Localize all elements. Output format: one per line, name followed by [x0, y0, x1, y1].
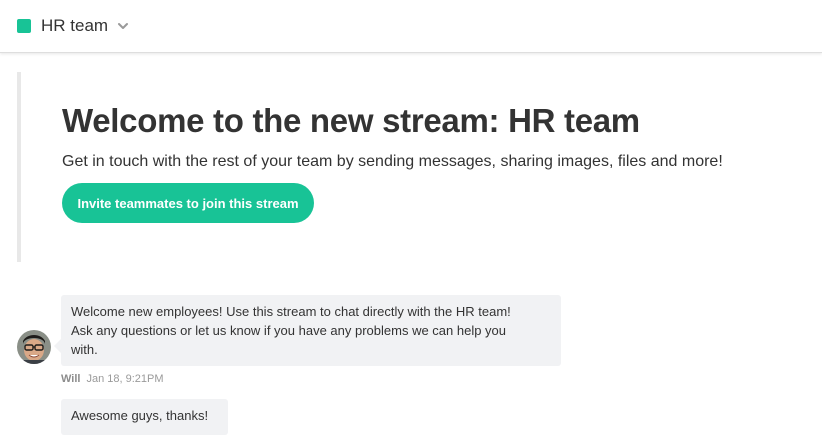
stream-color-square	[17, 19, 31, 33]
message-line: Ask any questions or let us know if you …	[71, 323, 507, 338]
message-line: with.	[71, 342, 98, 357]
message-timestamp: Jan 18, 9:21PM	[86, 373, 164, 385]
welcome-panel: Welcome to the new stream: HR team Get i…	[17, 72, 807, 262]
stream-name[interactable]: HR team	[41, 16, 108, 36]
chevron-down-icon[interactable]	[116, 19, 130, 33]
welcome-subtitle: Get in touch with the rest of your team …	[62, 153, 723, 170]
avatar[interactable]	[17, 330, 51, 364]
stream-header: HR team	[0, 0, 822, 53]
message-author[interactable]: Will	[61, 373, 80, 385]
message-line: Welcome new employees! Use this stream t…	[71, 304, 511, 319]
invite-teammates-button[interactable]: Invite teammates to join this stream	[62, 183, 314, 223]
message-bubble: Awesome guys, thanks!	[61, 399, 228, 435]
message-bubble: Welcome new employees! Use this stream t…	[54, 295, 561, 366]
message-meta: Will Jan 18, 9:21PM	[61, 373, 164, 385]
welcome-title: Welcome to the new stream: HR team	[62, 102, 640, 139]
user-avatar-icon	[17, 330, 51, 364]
